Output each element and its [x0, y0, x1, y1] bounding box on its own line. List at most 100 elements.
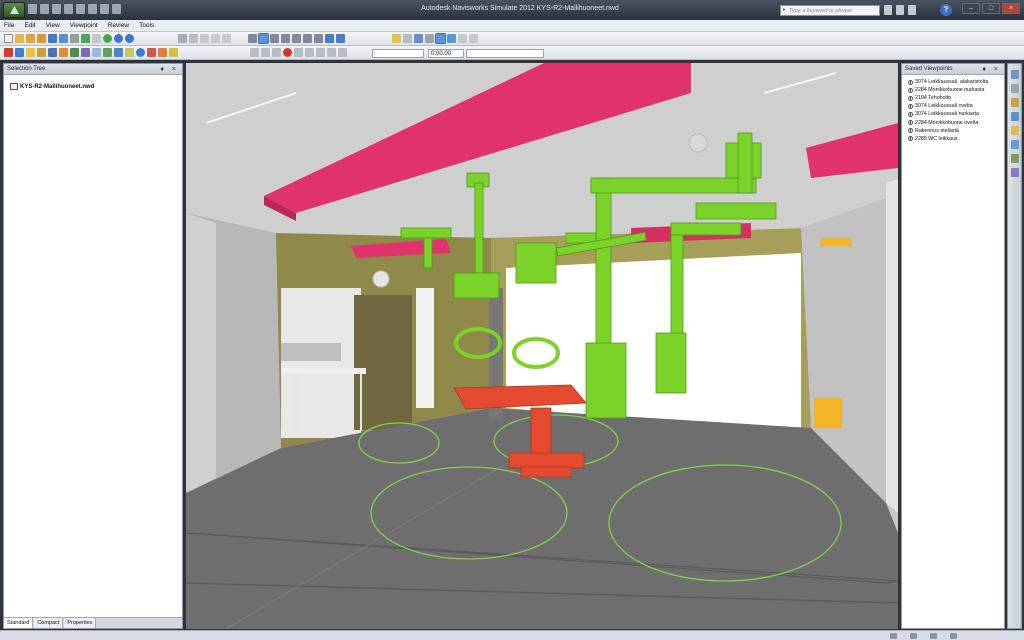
infocenter-icons[interactable] [884, 5, 916, 15]
print-icon[interactable] [64, 4, 73, 14]
menu-file[interactable]: File [4, 20, 14, 31]
animator-icon[interactable] [59, 48, 68, 57]
render-toolbar[interactable] [392, 33, 478, 44]
perspective-icon[interactable] [435, 33, 446, 44]
scripter-icon[interactable] [114, 48, 123, 57]
undo-file-icon[interactable] [114, 34, 123, 43]
presenter-icon[interactable] [48, 48, 57, 57]
clash-icon[interactable] [147, 48, 156, 57]
sets-dock-icon[interactable] [1011, 84, 1019, 93]
merge-icon[interactable] [37, 34, 46, 43]
play-icon[interactable] [316, 48, 325, 57]
timeliner-icon[interactable] [70, 48, 79, 57]
tree-root-item[interactable]: KYS-R2-Mallihuoneet.nwd [10, 83, 94, 90]
zoom-icon[interactable] [270, 34, 279, 43]
search-input[interactable]: Type a keyword or phrase [780, 5, 880, 16]
grid-icon[interactable] [469, 34, 478, 43]
measure-icon[interactable] [37, 48, 46, 57]
viewpoint-item[interactable]: 2285 WC leikkaus [908, 135, 988, 143]
sets-icon[interactable] [81, 48, 90, 57]
help-topics-icon[interactable] [136, 48, 145, 57]
walk-icon[interactable] [303, 34, 312, 43]
select-box-icon[interactable] [189, 34, 198, 43]
quick-access-toolbar[interactable] [28, 4, 121, 14]
redline-icon[interactable] [4, 48, 13, 57]
quantify-icon[interactable] [158, 48, 167, 57]
save-icon[interactable] [52, 4, 61, 14]
presenter-dock-icon[interactable] [1011, 126, 1019, 135]
help-icon[interactable]: ? [940, 4, 952, 16]
find-dock-icon[interactable] [1011, 112, 1019, 121]
comments-dock-icon[interactable] [1011, 98, 1019, 107]
viewpoint-item[interactable]: Rakennus etelästä [908, 127, 988, 135]
menu-viewpoint[interactable]: Viewpoint [70, 20, 98, 31]
menu-tools[interactable]: Tools [139, 20, 154, 31]
datatools-icon[interactable] [125, 48, 134, 57]
back-icon[interactable] [336, 34, 345, 43]
binoculars-icon[interactable] [884, 5, 892, 15]
timeliner-dock-icon[interactable] [1011, 154, 1019, 163]
minimize-button[interactable]: – [962, 3, 980, 14]
3d-viewport[interactable] [186, 63, 898, 629]
globe-icon[interactable] [103, 34, 112, 43]
pan-icon[interactable] [248, 34, 257, 43]
wireframe-icon[interactable] [425, 34, 434, 43]
animation-dropdown[interactable] [466, 49, 544, 58]
redo-icon[interactable] [88, 4, 97, 14]
redo-file-icon[interactable] [125, 34, 134, 43]
clash-dock-icon[interactable] [1011, 168, 1019, 177]
step-back-icon[interactable] [261, 48, 270, 57]
text-icon[interactable] [458, 34, 467, 43]
viewpoint-item[interactable]: 3074 Leikkaussali ovelta [908, 102, 988, 110]
select-icon[interactable] [178, 34, 187, 43]
tag-icon[interactable] [26, 48, 35, 57]
shaded-icon[interactable] [414, 34, 423, 43]
render-style-icon[interactable] [403, 34, 412, 43]
refresh-icon[interactable] [100, 4, 109, 14]
selection-tree-controls[interactable]: ♦ × [160, 64, 179, 75]
camera-icon[interactable] [447, 34, 456, 43]
navigation-toolbar[interactable] [248, 33, 345, 44]
zoom-window-icon[interactable] [258, 33, 269, 44]
viewpoint-item[interactable]: 2284 Monikkohuone ovelta [908, 118, 988, 126]
communication-icon[interactable] [896, 5, 904, 15]
append-icon[interactable] [26, 34, 35, 43]
new-icon[interactable] [28, 4, 37, 14]
menu-review[interactable]: Review [108, 20, 129, 31]
look-icon[interactable] [292, 34, 301, 43]
forward-icon[interactable] [325, 34, 334, 43]
comment-icon[interactable] [15, 48, 24, 57]
publish-icon[interactable] [59, 34, 68, 43]
tools-toolbar[interactable] [4, 48, 178, 57]
light-icon[interactable] [392, 34, 401, 43]
orbit-icon[interactable] [281, 34, 290, 43]
step-forward-icon[interactable] [327, 48, 336, 57]
email-icon[interactable] [92, 34, 101, 43]
menu-view[interactable]: View [46, 20, 60, 31]
maximize-button[interactable]: □ [982, 3, 1000, 14]
links-icon[interactable] [169, 48, 178, 57]
print-file-icon[interactable] [70, 34, 79, 43]
find-items-icon[interactable] [103, 48, 112, 57]
new-file-icon[interactable] [4, 34, 13, 43]
open-icon[interactable] [40, 4, 49, 14]
select-same-icon[interactable] [200, 34, 209, 43]
viewpoint-item[interactable]: 2284 Monikkohuone nurkasta [908, 86, 988, 94]
application-menu-button[interactable] [3, 2, 25, 18]
open-folder-icon[interactable] [15, 34, 24, 43]
timeline-slider[interactable] [372, 49, 424, 58]
viewpoint-item[interactable]: 3074 Leikkaussali, alakaristolta [908, 78, 988, 86]
time-field[interactable]: 0:00.00 [428, 49, 464, 58]
playback-toolbar[interactable] [250, 48, 347, 57]
close-button[interactable]: × [1002, 3, 1020, 14]
properties-dock-icon[interactable] [1011, 70, 1019, 79]
tab-properties[interactable]: Properties [64, 618, 97, 628]
dropdown-icon[interactable] [112, 4, 121, 14]
animator-dock-icon[interactable] [1011, 140, 1019, 149]
record-icon[interactable] [283, 48, 292, 57]
fast-forward-icon[interactable] [338, 48, 347, 57]
select-toolbar[interactable] [178, 34, 231, 43]
undo-icon[interactable] [76, 4, 85, 14]
viewpoint-item[interactable]: 2104 Tehohoito [908, 94, 988, 102]
require-icon[interactable] [222, 34, 231, 43]
